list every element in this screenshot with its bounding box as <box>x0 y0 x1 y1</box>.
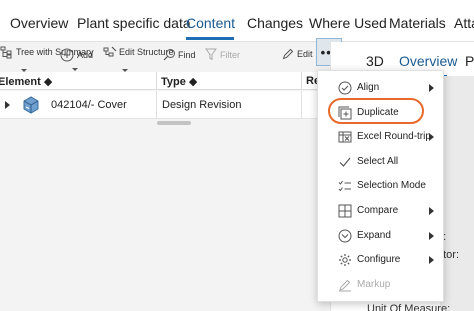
find-label: Find <box>178 49 196 60</box>
configure-icon <box>339 254 351 266</box>
menu-item-label: Excel Round-trip <box>357 131 431 142</box>
cell-divider <box>156 91 157 119</box>
menu-item-label: Configure <box>357 254 401 265</box>
details-panel-gutter <box>440 76 474 311</box>
grid-header: Element ◆ Type ◆ Re <box>0 72 330 90</box>
checkmark-icon <box>339 157 351 167</box>
menu-item-expand[interactable]: Expand <box>318 225 445 247</box>
add-label: Add <box>77 50 94 60</box>
cell-divider <box>301 91 302 119</box>
menu-item-selection-mode[interactable]: Selection Mode <box>318 175 445 197</box>
column-header-element[interactable]: Element ◆ <box>0 75 52 88</box>
edit-structure-icon <box>103 46 117 57</box>
filter-label: Filter <box>220 49 240 60</box>
menu-item-compare[interactable]: Compare <box>318 200 445 222</box>
tab-3d[interactable]: 3D <box>366 53 384 69</box>
column-divider[interactable] <box>156 72 157 90</box>
horizontal-scrollbar[interactable] <box>157 121 191 125</box>
find-button[interactable]: Find <box>163 48 196 61</box>
tab-overview[interactable]: Overview <box>10 15 68 31</box>
content-tab-bar: Overview Plant specific data Content Cha… <box>0 0 474 42</box>
structure-toolbar: Tree with Summary Add Edit Structure Fin… <box>0 42 341 72</box>
menu-item-label: Select All <box>357 156 399 167</box>
tab-plant-panel[interactable]: Pl <box>465 53 474 69</box>
excel-icon <box>338 131 352 143</box>
tab-where-used[interactable]: Where Used <box>309 15 387 31</box>
compare-icon <box>338 204 352 218</box>
column-divider[interactable] <box>301 72 302 90</box>
menu-item-align[interactable]: Align <box>318 77 445 99</box>
menu-item-label: Markup <box>357 279 391 290</box>
tab-overview-panel[interactable]: Overview <box>399 53 457 69</box>
add-circle-icon <box>60 48 74 62</box>
submenu-arrow-icon <box>429 207 434 215</box>
submenu-arrow-icon <box>429 84 434 92</box>
menu-item-markup[interactable]: Markup <box>318 274 445 296</box>
edit-button[interactable]: Edit <box>282 48 313 60</box>
menu-item-excel-round-trip[interactable]: Excel Round-trip <box>318 126 445 148</box>
active-tab-indicator <box>186 37 234 40</box>
filter-icon <box>205 48 217 61</box>
element-cell: 042104/- Cover <box>51 99 127 111</box>
markup-icon <box>339 279 351 292</box>
search-icon <box>163 49 175 61</box>
edit-structure-button[interactable]: Edit Structure <box>103 45 174 72</box>
tab-materials[interactable]: Materials <box>389 15 446 31</box>
edit-structure-label: Edit Structure <box>119 47 174 57</box>
menu-item-label: Selection Mode <box>357 180 426 191</box>
duplicate-icon <box>338 106 352 120</box>
submenu-arrow-icon <box>429 133 434 141</box>
structure-grid: Element ◆ Type ◆ Re 042104/- Cover Desig… <box>0 72 330 311</box>
tab-attachments[interactable]: Atta <box>454 15 474 31</box>
menu-item-label: Compare <box>357 205 399 216</box>
add-button[interactable]: Add <box>60 48 94 71</box>
more-actions-menu: Align Duplicate Excel Round-trip Select … <box>317 70 444 302</box>
expand-row-icon[interactable] <box>5 101 10 109</box>
menu-item-select-all[interactable]: Select All <box>318 151 445 173</box>
menu-item-duplicate[interactable]: Duplicate <box>318 102 445 124</box>
chevron-down-icon <box>72 68 78 71</box>
submenu-arrow-icon <box>429 232 434 240</box>
filter-button[interactable]: Filter <box>205 48 240 61</box>
selection-mode-icon <box>338 180 351 192</box>
submenu-arrow-icon <box>429 256 434 264</box>
edit-label: Edit <box>297 49 313 59</box>
align-check-icon <box>338 81 352 95</box>
menu-item-label: Duplicate <box>357 107 399 118</box>
property-label: Unit Of Measure: <box>367 303 451 311</box>
column-header-type[interactable]: Type ◆ <box>161 75 197 88</box>
tab-plant-specific-data[interactable]: Plant specific data <box>77 15 191 31</box>
menu-item-configure[interactable]: Configure <box>318 249 445 271</box>
part-3d-icon <box>23 96 39 114</box>
expand-icon <box>338 229 352 243</box>
tab-content[interactable]: Content <box>186 15 235 31</box>
tab-changes[interactable]: Changes <box>247 15 303 31</box>
pencil-icon <box>282 48 294 60</box>
menu-item-label: Align <box>357 82 380 93</box>
tree-icon <box>0 46 12 59</box>
menu-item-label: Expand <box>357 230 391 241</box>
tree-with-summary-button[interactable]: Tree with Summary <box>0 45 94 72</box>
type-cell: Design Revision <box>162 99 242 111</box>
table-row[interactable]: 042104/- Cover Design Revision <box>0 91 330 119</box>
tree-with-summary-label: Tree with Summary <box>16 47 94 57</box>
